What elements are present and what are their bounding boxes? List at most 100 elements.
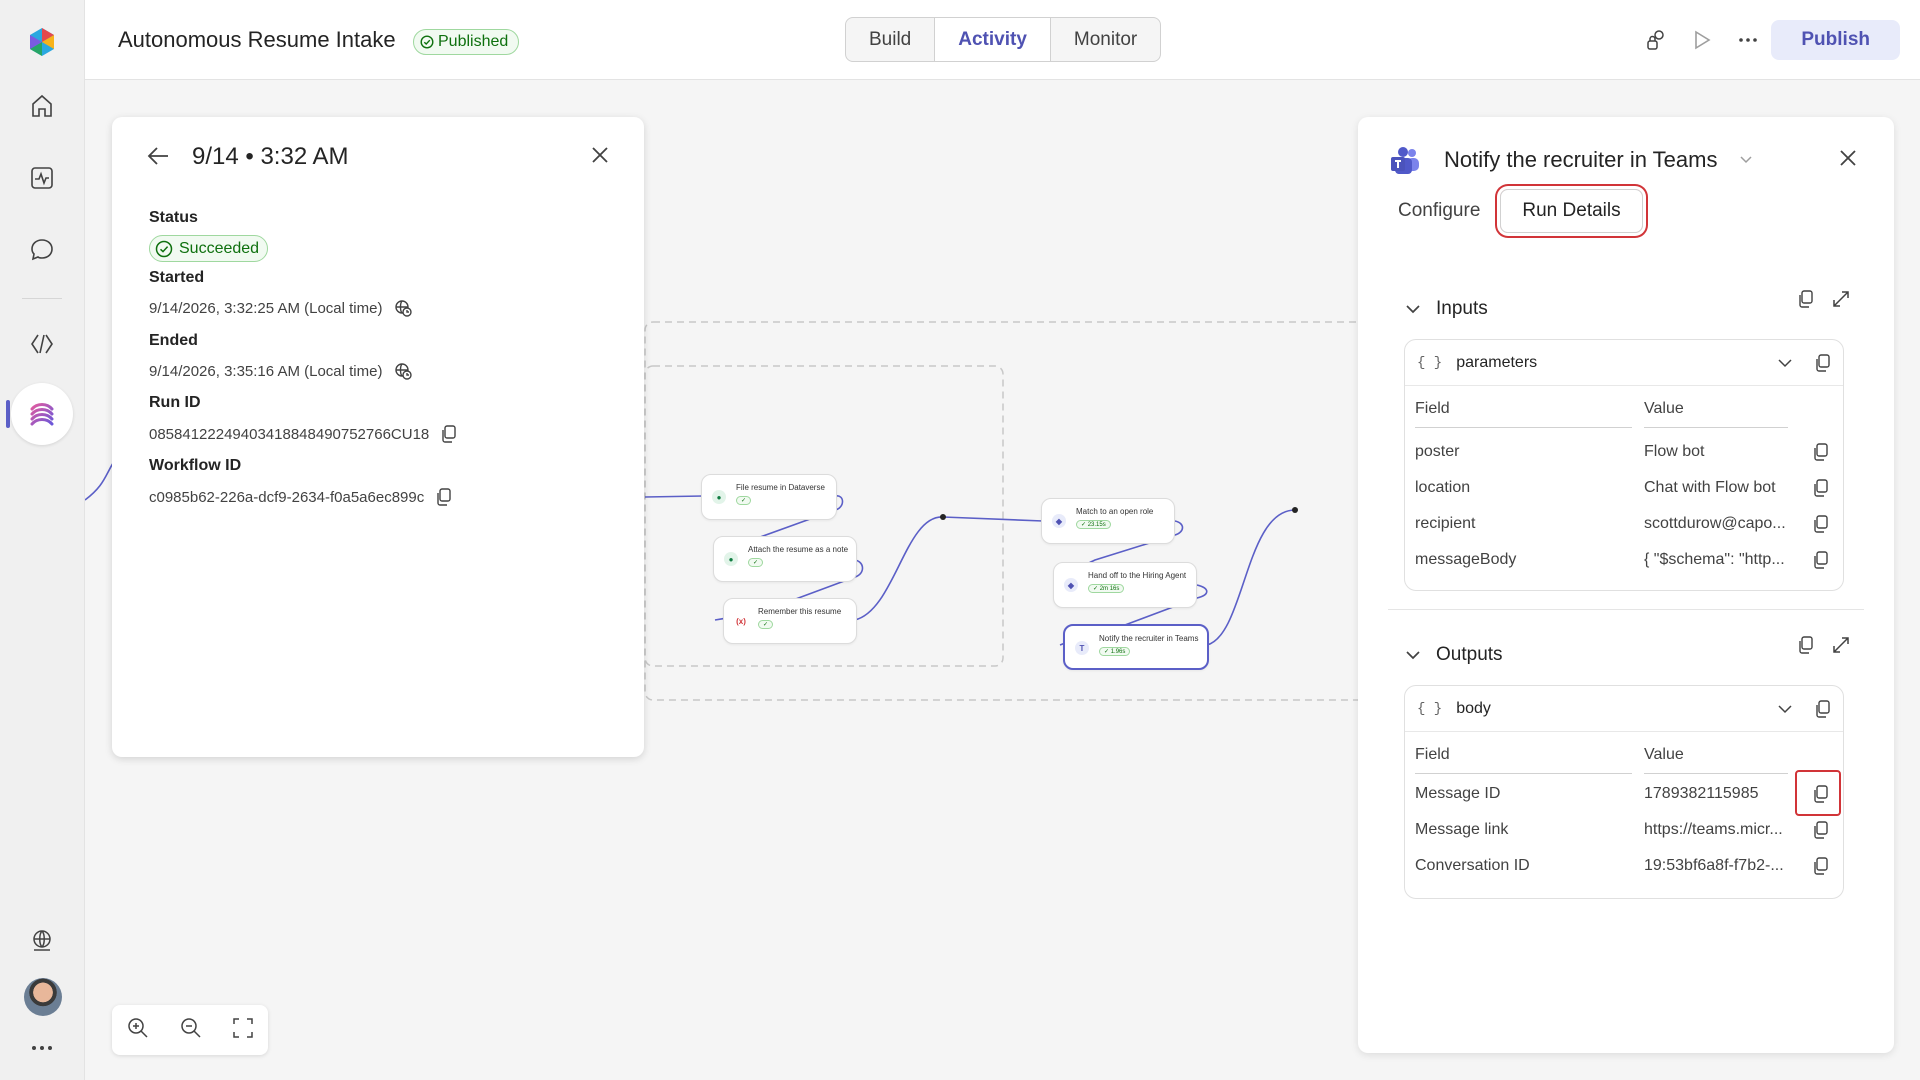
expand-icon[interactable] (1832, 290, 1850, 308)
workflow-node[interactable]: ◆ Hand off to the Hiring Agent ✓ 2m 16s (1053, 562, 1197, 608)
workflow-id-label: Workflow ID (149, 457, 242, 474)
chevron-down-icon[interactable] (1738, 151, 1754, 172)
tab-activity[interactable]: Activity (935, 18, 1051, 61)
code-icon[interactable] (18, 320, 66, 368)
table-row: messageBody { "$schema": "http... (1405, 542, 1843, 578)
inputs-section-header[interactable]: Inputs (1404, 298, 1488, 320)
node-label: Match to an open role (1076, 507, 1154, 516)
copy-icon[interactable] (1813, 479, 1829, 497)
workflow-node[interactable]: (x) Remember this resume ✓ (723, 598, 857, 644)
published-badge-label: Published (438, 33, 509, 50)
outputs-table-header: Field Value (1405, 732, 1843, 774)
variable-icon: (x) (736, 616, 746, 626)
status-badge: Succeeded (149, 235, 269, 262)
value-column-header: Value (1644, 400, 1788, 428)
run-title: 9/14 • 3:32 AM (192, 143, 349, 170)
copy-icon[interactable] (1815, 353, 1831, 372)
copy-icon[interactable] (1813, 443, 1829, 461)
node-status-badge: ✓ (736, 496, 752, 505)
row-field: recipient (1415, 515, 1476, 532)
tab-run-details[interactable]: Run Details (1500, 189, 1643, 233)
started-label: Started (149, 269, 205, 286)
ended-row: 9/14/2026, 3:35:16 AM (Local time) (149, 362, 413, 380)
detail-title: Notify the recruiter in Teams (1444, 147, 1718, 172)
copy-icon[interactable] (1813, 857, 1829, 875)
node-label: Remember this resume (758, 607, 842, 616)
outputs-section-header[interactable]: Outputs (1404, 644, 1503, 666)
row-value: Chat with Flow bot (1644, 479, 1776, 496)
close-icon[interactable] (590, 145, 610, 170)
dataverse-icon: ● (712, 490, 726, 504)
table-row: location Chat with Flow bot (1405, 470, 1843, 506)
copy-icon[interactable] (441, 425, 457, 443)
chevron-down-icon (1406, 651, 1420, 660)
copy-icon[interactable] (1813, 821, 1829, 839)
globe-clock-icon[interactable] (394, 299, 413, 317)
more-options-icon[interactable] (1732, 24, 1764, 56)
zoom-in-icon[interactable] (127, 1017, 149, 1044)
back-arrow-icon[interactable] (146, 145, 170, 172)
more-icon[interactable] (18, 1024, 66, 1072)
left-rail (0, 0, 85, 1080)
workflow-node[interactable]: ● Attach the resume as a note ✓ (713, 536, 857, 582)
table-row: poster Flow bot (1405, 434, 1843, 470)
fit-view-icon[interactable] (232, 1017, 253, 1043)
copy-icon[interactable] (1813, 551, 1829, 569)
node-label: Hand off to the Hiring Agent (1088, 571, 1187, 580)
copy-icon[interactable] (1798, 290, 1814, 308)
workflow-node-selected[interactable]: T Notify the recruiter in Teams ✓ 1.96s (1063, 624, 1209, 670)
node-duration-badge: ✓ 2m 16s (1088, 584, 1125, 593)
tab-build[interactable]: Build (846, 18, 936, 61)
inputs-card-title: parameters (1456, 353, 1538, 371)
check-circle-icon (155, 240, 173, 257)
highlight-box (1795, 770, 1841, 816)
close-icon[interactable] (1838, 148, 1858, 173)
tab-configure[interactable]: Configure (1398, 190, 1480, 232)
chevron-down-icon[interactable] (1777, 701, 1793, 717)
inputs-table-header: Field Value (1405, 386, 1843, 428)
copy-icon[interactable] (1798, 636, 1814, 654)
copy-icon[interactable] (1815, 699, 1831, 718)
copy-icon[interactable] (1813, 515, 1829, 533)
row-field: poster (1415, 443, 1460, 460)
ended-value: 9/14/2026, 3:35:16 AM (Local time) (149, 362, 383, 380)
row-value: { "$schema": "http... (1644, 551, 1785, 568)
activity-icon[interactable] (18, 154, 66, 202)
workflow-node[interactable]: ● File resume in Dataverse ✓ (701, 474, 837, 520)
node-status-badge: ✓ (758, 620, 774, 629)
globe-clock-icon[interactable] (394, 362, 413, 380)
braces-icon: { } (1417, 354, 1443, 371)
share-users-icon[interactable] (1640, 24, 1672, 56)
tab-monitor[interactable]: Monitor (1051, 18, 1160, 61)
ended-label: Ended (149, 332, 198, 349)
chat-icon[interactable] (18, 226, 66, 274)
app-logo-icon[interactable] (18, 18, 66, 66)
field-column-header: Field (1415, 746, 1632, 774)
outputs-card: { } body Field Value Message ID 17893821… (1404, 685, 1844, 899)
publish-button[interactable]: Publish (1771, 20, 1900, 60)
globe-icon[interactable] (18, 916, 66, 964)
node-label: Attach the resume as a note (748, 545, 849, 554)
copy-icon[interactable] (436, 488, 452, 506)
expand-icon[interactable] (1832, 636, 1850, 654)
agent-icon: ◆ (1052, 514, 1066, 528)
row-value: Flow bot (1644, 443, 1705, 460)
run-id-row: 08584122249403418848490752766CU18 (149, 425, 457, 443)
section-divider (1388, 609, 1864, 610)
row-field: Message link (1415, 821, 1509, 838)
home-icon[interactable] (18, 82, 66, 130)
table-row: recipient scottdurow@capo... (1405, 506, 1843, 542)
node-label: File resume in Dataverse (736, 483, 825, 492)
user-avatar[interactable] (24, 978, 62, 1016)
workflow-node[interactable]: ◆ Match to an open role ✓ 23.15s (1041, 498, 1175, 544)
inputs-card-header: { } parameters (1405, 340, 1843, 386)
play-icon[interactable] (1686, 24, 1718, 56)
top-bar: Autonomous Resume Intake Published Build… (85, 0, 1920, 80)
chevron-down-icon[interactable] (1777, 355, 1793, 371)
started-value: 9/14/2026, 3:32:25 AM (Local time) (149, 299, 383, 317)
workflows-icon[interactable] (11, 383, 73, 445)
zoom-out-icon[interactable] (180, 1017, 202, 1044)
row-field: messageBody (1415, 551, 1517, 568)
run-id-label: Run ID (149, 394, 201, 411)
run-summary-panel: 9/14 • 3:32 AM Status Succeeded Started … (112, 117, 644, 757)
